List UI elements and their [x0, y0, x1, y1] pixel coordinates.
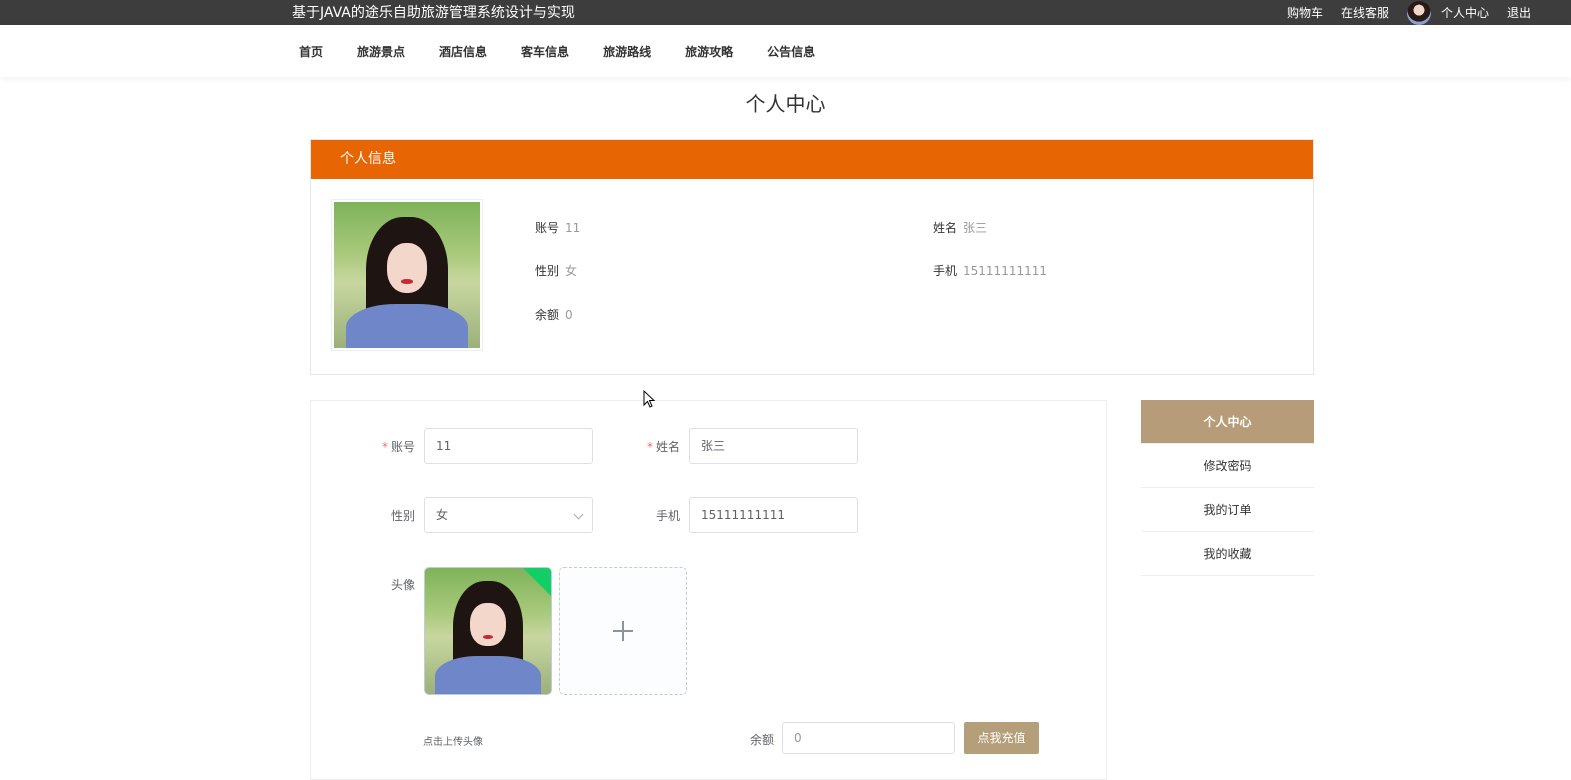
- gender-select-value: 女: [436, 508, 449, 522]
- nav-item-buses[interactable]: 客车信息: [521, 43, 569, 60]
- mouse-cursor-icon: [643, 390, 656, 408]
- nav-item-routes[interactable]: 旅游路线: [603, 43, 651, 60]
- name-label: * 姓名: [646, 440, 680, 454]
- info-name: 姓名 张三: [933, 221, 988, 235]
- side-menu: 个人中心 修改密码 我的订单 我的收藏: [1141, 400, 1314, 576]
- account-input[interactable]: 11: [424, 428, 593, 464]
- nav-item-attractions[interactable]: 旅游景点: [357, 43, 405, 60]
- account-label: * 账号: [381, 440, 415, 454]
- gender-select[interactable]: 女: [424, 497, 593, 533]
- chevron-down-icon: [573, 509, 584, 520]
- nav-item-guides[interactable]: 旅游攻略: [685, 43, 733, 60]
- site-title: 基于JAVA的途乐自助旅游管理系统设计与实现: [292, 5, 575, 21]
- cart-link[interactable]: 购物车: [1287, 4, 1323, 21]
- phone-label: 手机: [655, 509, 680, 523]
- profile-edit-form: *账号 11 *姓名 张三 性别 女 手机 15111111111 头像 ✓ 点…: [310, 400, 1107, 780]
- upload-hint: 点击上传头像: [423, 737, 483, 748]
- side-item-my-favorites[interactable]: 我的收藏: [1141, 532, 1314, 576]
- gender-label: 性别: [390, 509, 415, 523]
- side-item-change-password[interactable]: 修改密码: [1141, 444, 1314, 488]
- avatar-label: 头像: [390, 578, 415, 592]
- info-phone: 手机 15111111111: [933, 264, 1047, 278]
- top-bar: 基于JAVA的途乐自助旅游管理系统设计与实现 购物车 在线客服 个人中心 退出: [0, 0, 1571, 25]
- nav-item-announcements[interactable]: 公告信息: [767, 43, 815, 60]
- phone-input[interactable]: 15111111111: [689, 497, 858, 533]
- info-balance: 余额 0: [535, 308, 573, 322]
- info-account: 账号 11: [535, 221, 581, 235]
- name-input[interactable]: 张三: [689, 428, 858, 464]
- profile-photo: [331, 199, 483, 351]
- plus-icon: [613, 621, 633, 641]
- avatar-upload-button[interactable]: [559, 567, 687, 695]
- profile-link[interactable]: 个人中心: [1441, 4, 1489, 21]
- balance-label: 余额: [749, 733, 774, 747]
- top-links: 购物车 在线客服 个人中心 退出: [1269, 0, 1531, 25]
- side-item-my-orders[interactable]: 我的订单: [1141, 488, 1314, 532]
- nav-item-hotels[interactable]: 酒店信息: [439, 43, 487, 60]
- user-avatar[interactable]: [1406, 0, 1431, 25]
- avatar-preview[interactable]: ✓: [424, 567, 552, 695]
- personal-info-header: 个人信息: [311, 140, 1313, 179]
- main-nav: 首页 旅游景点 酒店信息 客车信息 旅游路线 旅游攻略 公告信息: [0, 25, 1571, 77]
- personal-info-card: 个人信息 账号 11 姓名 张三 性别女 手机 15111111111 余额 0: [310, 139, 1314, 375]
- page-title: 个人中心: [745, 92, 826, 116]
- info-gender: 性别女: [535, 264, 578, 278]
- side-item-profile[interactable]: 个人中心: [1141, 400, 1314, 444]
- balance-input[interactable]: 0: [782, 722, 955, 754]
- nav-item-home[interactable]: 首页: [299, 43, 323, 60]
- recharge-button[interactable]: 点我充值: [964, 722, 1039, 754]
- logout-link[interactable]: 退出: [1507, 4, 1531, 21]
- online-service-link[interactable]: 在线客服: [1341, 4, 1389, 21]
